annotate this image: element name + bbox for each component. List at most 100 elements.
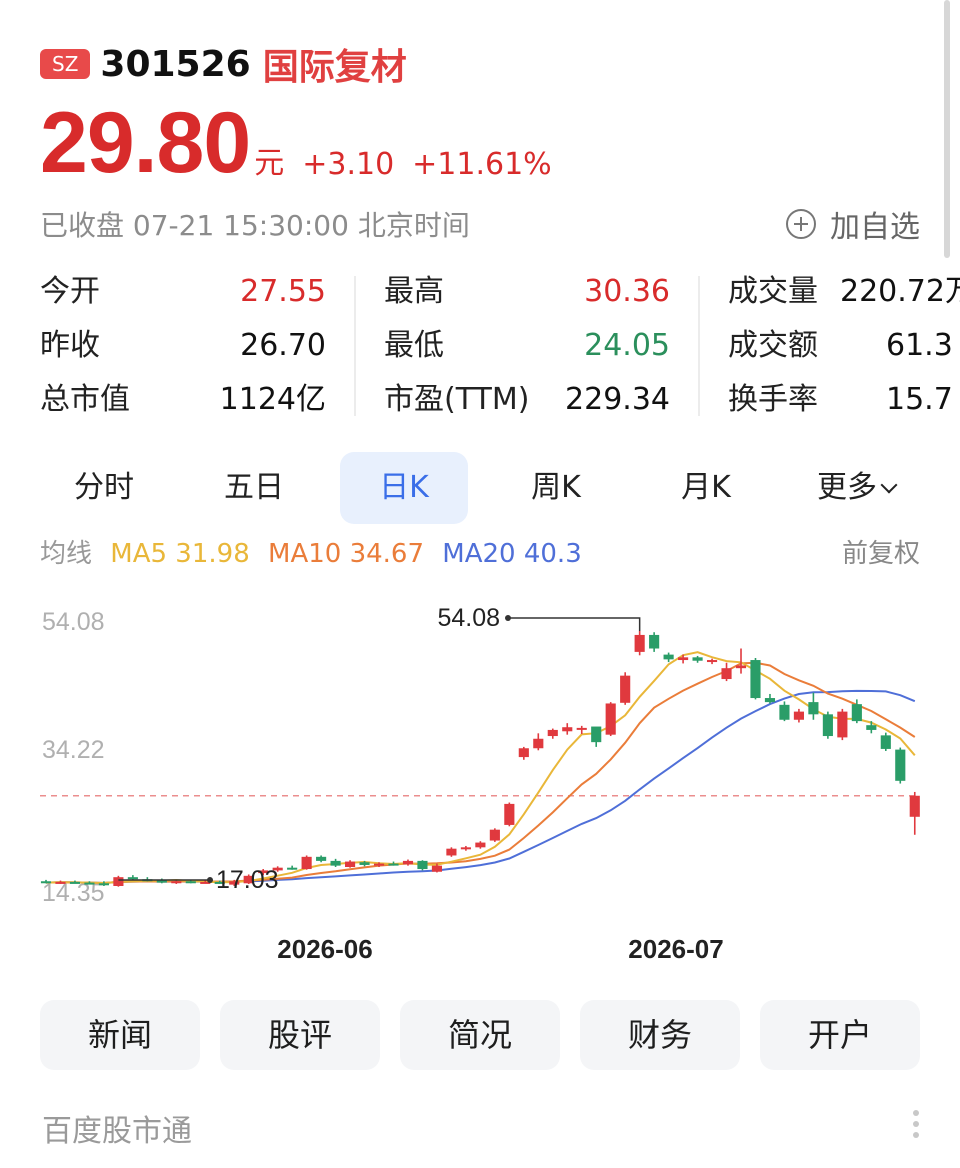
stat-value: 30.36 (584, 274, 670, 309)
stat-value: 61.3 (886, 328, 953, 363)
candle-body (301, 856, 312, 870)
stats-column-1: 今开 27.55 昨收 26.70 总市值 1124亿 (40, 270, 326, 430)
stat-value: 26.70 (240, 328, 326, 363)
ma-label: 均线 (40, 539, 93, 569)
x-tick-label: 2026-07 (628, 934, 723, 964)
stat-label: 最低 (384, 328, 444, 363)
chevron-down-icon (880, 476, 898, 494)
candle-body (909, 795, 920, 817)
candle-body (533, 738, 544, 749)
market-status: 已收盘 07-21 15:30:00 北京时间 (40, 209, 470, 242)
candle-body (866, 725, 877, 730)
candle-body (562, 727, 573, 732)
ma10-value: MA10 34.67 (268, 539, 425, 569)
footer-brand: 百度股市通 (42, 1114, 192, 1149)
candle-body (171, 881, 182, 884)
stats-column-2: 最高 30.36 最低 24.05 市盈(TTM) 229.34 (384, 270, 670, 430)
stat-turnover: 成交额 61.3 (728, 324, 960, 378)
candle-body (620, 675, 631, 703)
candlestick-chart[interactable]: 54.0834.2214.3554.0817.032026-06 2026-07 (0, 596, 960, 976)
candle-body (837, 711, 848, 738)
candle-body (287, 867, 298, 870)
max-price-leader (508, 617, 641, 631)
candle-body (678, 657, 689, 661)
x-tick-label: 2026-06 (277, 934, 372, 964)
stat-low: 最低 24.05 (384, 324, 670, 378)
y-tick-label: 34.22 (42, 736, 105, 764)
max-price-label: 54.08 (437, 604, 500, 632)
stat-open: 今开 27.55 (40, 270, 326, 324)
candle-body (40, 881, 52, 884)
financials-button[interactable]: 财务 (580, 1000, 740, 1070)
candle-body (417, 860, 428, 870)
candle-body (706, 660, 718, 663)
price-change: +3.10 (302, 147, 395, 182)
stat-market-cap: 总市值 1124亿 (40, 378, 326, 430)
y-tick-label: 54.08 (42, 608, 105, 636)
candle-body (851, 704, 862, 722)
candle-body (895, 749, 906, 781)
stat-high: 最高 30.36 (384, 270, 670, 324)
candle-body (373, 863, 385, 866)
stats-divider (354, 276, 356, 416)
candle-body (388, 863, 399, 866)
news-button[interactable]: 新闻 (40, 1000, 200, 1070)
candle-body (69, 881, 81, 884)
stat-volume: 成交量 220.72万 (728, 270, 960, 324)
plus-circle-icon (786, 209, 816, 239)
market-status-row: 已收盘 07-21 15:30:00 北京时间 加自选 (40, 202, 920, 246)
tab-monthly-k[interactable]: 月K (642, 452, 770, 524)
quote-stats: 今开 27.55 昨收 26.70 总市值 1124亿 最高 30.36 最低 24.05… (40, 270, 960, 430)
ma5-value: MA5 31.98 (110, 539, 250, 569)
add-to-watchlist-label: 加自选 (830, 210, 920, 245)
stat-label: 最高 (384, 274, 444, 309)
candle-body (576, 727, 587, 730)
ma10-line (45, 661, 916, 885)
tab-weekly-k[interactable]: 周K (492, 452, 620, 524)
comments-button[interactable]: 股评 (220, 1000, 380, 1070)
stat-value: 27.55 (240, 274, 326, 309)
stock-name: 国际复材 (262, 47, 407, 88)
stat-label: 今开 (40, 274, 100, 309)
tab-daily-k[interactable]: 日K (340, 452, 468, 524)
candle-body (605, 703, 616, 735)
tab-intraday[interactable]: 分时 (40, 452, 168, 524)
moving-average-legend: 均线 MA5 31.98 MA10 34.67 MA20 40.3 前复权 (40, 536, 920, 572)
stat-value: 220.72万 (840, 274, 960, 309)
current-price: 29.80 (40, 95, 251, 191)
profile-button[interactable]: 简况 (400, 1000, 560, 1070)
open-account-button[interactable]: 开户 (760, 1000, 920, 1070)
tab-five-day[interactable]: 五日 (190, 452, 318, 524)
candle-body (359, 862, 370, 865)
stats-divider (698, 276, 700, 416)
candle-body (55, 881, 66, 884)
page-scrollbar[interactable] (944, 0, 950, 258)
candle-body (692, 657, 703, 661)
stat-label: 换手率 (728, 382, 818, 417)
tab-more[interactable]: 更多 (792, 452, 920, 524)
add-to-watchlist-button[interactable]: 加自选 (786, 202, 920, 246)
stat-value: 1124亿 (219, 382, 326, 417)
candle-body (330, 860, 341, 866)
candle-body (721, 668, 732, 680)
candle-body (735, 665, 747, 669)
stat-label: 市盈(TTM) (384, 382, 530, 417)
price-adjust-selector[interactable]: 前复权 (842, 536, 920, 572)
candle-body (127, 877, 138, 880)
more-vertical-icon[interactable] (912, 1110, 920, 1142)
candle-body (634, 634, 645, 652)
min-price-dot (207, 877, 213, 883)
ma20-value: MA20 40.3 (442, 539, 582, 569)
candle-body (344, 861, 356, 868)
candle-body (663, 654, 674, 660)
stat-pe-ttm: 市盈(TTM) 229.34 (384, 378, 670, 430)
stats-column-3: 成交量 220.72万 成交额 61.3 换手率 15.7 (728, 270, 960, 430)
candle-body (822, 714, 833, 737)
chart-period-tabs: 分时 五日 日K 周K 月K 更多 (40, 452, 920, 526)
candle-body (489, 829, 500, 841)
tab-more-label: 更多 (817, 470, 877, 505)
price-unit: 元 (254, 146, 285, 181)
market-badge: SZ (40, 49, 91, 79)
candle-body (591, 726, 602, 743)
candle-body (316, 856, 327, 861)
